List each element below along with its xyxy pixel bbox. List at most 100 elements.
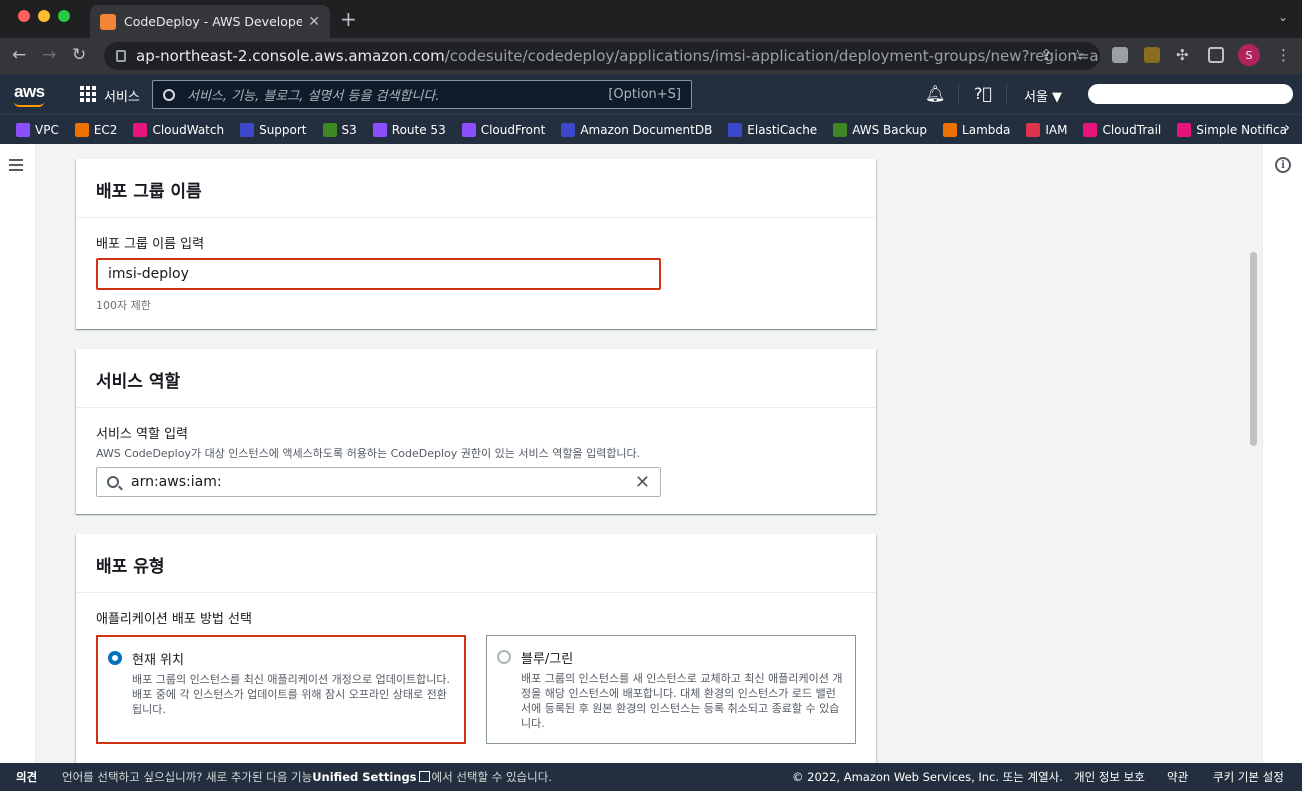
window-zoom-button[interactable] xyxy=(58,10,70,22)
service-icon xyxy=(1083,122,1098,137)
service-role-description: AWS CodeDeploy가 대상 인스턴스에 액세스하도록 허용하는 Cod… xyxy=(96,447,641,460)
side-panel-icon[interactable] xyxy=(1208,47,1224,63)
tab-search-chevron-icon[interactable]: ⌄ xyxy=(1278,10,1288,24)
reload-icon[interactable]: ↻ xyxy=(72,45,86,65)
favorite-iam[interactable]: IAM xyxy=(1026,122,1068,137)
account-menu[interactable] xyxy=(1088,84,1293,104)
aws-search-input[interactable]: 서비스, 기능, 블로그, 설명서 등을 검색합니다. [Option+S] xyxy=(152,80,692,109)
window-minimize-button[interactable] xyxy=(38,10,50,22)
service-icon xyxy=(133,122,148,137)
profile-avatar[interactable]: S xyxy=(1238,44,1260,66)
region-selector[interactable]: 서울 ▼ xyxy=(1024,86,1062,105)
favorites-bar: VPC EC2 CloudWatch Support S3 Route 53 CloudFr… xyxy=(0,114,1302,144)
url-path: /codesuite/codedeploy/applications/imsi-… xyxy=(444,47,1100,65)
service-icon xyxy=(372,122,387,137)
favorite-label: Amazon DocumentDB xyxy=(580,122,713,137)
search-icon xyxy=(107,476,119,488)
favorite-elasticache[interactable]: ElastiCache xyxy=(728,122,817,137)
favorites-overflow-chevron-icon[interactable]: › xyxy=(1284,120,1290,136)
deployment-group-name-value: imsi-deploy xyxy=(108,266,189,282)
in-place-title: 현재 위치 xyxy=(132,653,184,668)
favorite-vpc[interactable]: VPC xyxy=(16,122,59,137)
terms-link[interactable]: 약관 xyxy=(1167,769,1188,785)
favorite-cloudwatch[interactable]: CloudWatch xyxy=(133,122,224,137)
deployment-group-name-input[interactable]: imsi-deploy xyxy=(96,258,661,290)
cookie-preferences-link[interactable]: 쿠키 기본 설정 xyxy=(1213,769,1284,785)
tab-title: CodeDeploy - AWS Developer xyxy=(124,14,303,29)
hamburger-menu-icon[interactable] xyxy=(9,159,23,174)
back-arrow-icon[interactable]: ← xyxy=(12,45,26,65)
unified-settings-link[interactable]: Unified Settings xyxy=(312,770,416,784)
privacy-link[interactable]: 개인 정보 보호 xyxy=(1074,769,1145,785)
search-shortcut-hint: [Option+S] xyxy=(608,87,681,102)
panel-title: 서비스 역할 xyxy=(76,349,876,408)
extension-star-icon[interactable] xyxy=(1144,47,1160,63)
in-place-option-tile[interactable]: 현재 위치 배포 그룹의 인스턴스를 최신 애플리케이션 개정으로 업데이트합니… xyxy=(96,635,466,744)
favorite-cloudtrail[interactable]: CloudTrail xyxy=(1083,122,1162,137)
favorite-simple-notifica[interactable]: Simple Notifica xyxy=(1177,122,1287,137)
services-menu-button[interactable]: 서비스 xyxy=(104,86,140,105)
page-scrollbar[interactable] xyxy=(1248,144,1260,763)
service-role-input[interactable]: arn:aws:iam: ✕ xyxy=(96,467,661,497)
favorite-s3[interactable]: S3 xyxy=(322,122,357,137)
favorite-label: Support xyxy=(259,122,307,137)
favorite-label: Simple Notifica xyxy=(1196,122,1287,137)
more-menu-icon[interactable]: ⋮ xyxy=(1276,46,1291,64)
favorite-label: S3 xyxy=(341,122,357,137)
service-icon xyxy=(1177,122,1192,137)
nav-divider xyxy=(958,84,959,104)
help-icon[interactable]: ?⃝ xyxy=(974,84,992,103)
blue-green-description: 배포 그룹의 인스턴스를 새 인스턴스로 교체하고 최신 애플리케이션 개정을 … xyxy=(521,672,843,730)
puzzle-extensions-icon[interactable]: ✣ xyxy=(1176,46,1189,64)
notifications-bell-icon[interactable]: 🔔︎ xyxy=(925,84,945,103)
favorite-route-53[interactable]: Route 53 xyxy=(372,122,446,137)
deployment-type-panel: 배포 유형 애플리케이션 배포 방법 선택 현재 위치 배포 그룹의 인스턴스를… xyxy=(76,534,876,763)
forward-arrow-icon[interactable]: → xyxy=(42,45,56,65)
window-close-button[interactable] xyxy=(18,10,30,22)
service-icon xyxy=(833,122,848,137)
favorite-label: AWS Backup xyxy=(852,122,928,137)
url-field[interactable]: ap-northeast-2.console.aws.amazon.com/co… xyxy=(104,42,1100,70)
console-footer: 의견 언어를 선택하고 싶으십니까? 새로 추가된 다음 기능Unified S… xyxy=(0,763,1302,791)
favorite-label: VPC xyxy=(35,122,59,137)
favorite-support[interactable]: Support xyxy=(240,122,307,137)
clear-icon[interactable]: ✕ xyxy=(635,472,650,493)
in-place-radio[interactable] xyxy=(108,651,122,665)
blue-green-option-tile[interactable]: 블루/그린 배포 그룹의 인스턴스를 새 인스턴스로 교체하고 최신 애플리케이… xyxy=(486,635,856,744)
favorite-label: CloudTrail xyxy=(1102,122,1162,137)
tab-close-icon[interactable]: ✕ xyxy=(308,14,320,30)
service-icon xyxy=(240,122,255,137)
favorite-amazon-documentdb[interactable]: Amazon DocumentDB xyxy=(561,122,713,137)
favorite-ec2[interactable]: EC2 xyxy=(74,122,118,137)
language-prompt-suffix: 에서 선택할 수 있습니다. xyxy=(431,770,552,784)
deployment-group-name-label: 배포 그룹 이름 입력 xyxy=(96,237,205,252)
favorite-aws-backup[interactable]: AWS Backup xyxy=(833,122,928,137)
panel-title: 배포 그룹 이름 xyxy=(76,159,876,218)
scrollbar-thumb[interactable] xyxy=(1250,252,1257,446)
bookmark-star-icon[interactable]: ☆ xyxy=(1071,46,1084,64)
info-icon[interactable]: i xyxy=(1275,157,1291,173)
services-grid-icon[interactable] xyxy=(80,86,96,102)
blue-green-title: 블루/그린 xyxy=(521,652,574,667)
browser-tab[interactable]: CodeDeploy - AWS Developer ✕ xyxy=(90,5,330,38)
new-tab-icon[interactable]: + xyxy=(340,7,357,31)
browser-tab-bar: CodeDeploy - AWS Developer ✕ + ⌄ xyxy=(0,0,1302,38)
service-role-label: 서비스 역할 입력 xyxy=(96,427,188,442)
aws-logo[interactable]: aws xyxy=(14,82,45,102)
feedback-link[interactable]: 의견 xyxy=(16,769,37,785)
extension-icon[interactable] xyxy=(1112,47,1128,63)
favorite-label: CloudFront xyxy=(480,122,546,137)
share-icon[interactable]: ⇪ xyxy=(1040,46,1053,64)
favorite-label: IAM xyxy=(1045,122,1068,137)
language-prompt-text: 언어를 선택하고 싶으십니까? 새로 추가된 다음 기능 xyxy=(62,770,313,784)
favorite-lambda[interactable]: Lambda xyxy=(943,122,1010,137)
favorite-cloudfront[interactable]: CloudFront xyxy=(461,122,546,137)
external-link-icon xyxy=(418,771,430,782)
service-role-panel: 서비스 역할 서비스 역할 입력 AWS CodeDeploy가 대상 인스턴스… xyxy=(76,349,876,514)
url-host: ap-northeast-2.console.aws.amazon.com xyxy=(136,47,445,65)
blue-green-radio[interactable] xyxy=(497,650,511,664)
favorite-label: EC2 xyxy=(93,122,118,137)
favorite-label: Route 53 xyxy=(391,122,446,137)
service-icon xyxy=(461,122,476,137)
aws-top-nav: aws 서비스 서비스, 기능, 블로그, 설명서 등을 검색합니다. [Opt… xyxy=(0,74,1302,114)
